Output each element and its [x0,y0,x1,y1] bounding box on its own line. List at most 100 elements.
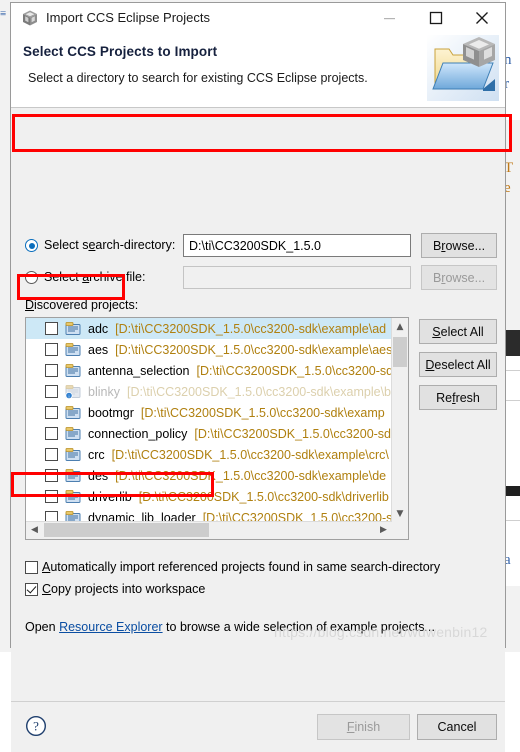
project-name: adc [88,321,109,336]
project-list-item[interactable]: crc [D:\ti\CC3200SDK_1.5.0\cc3200-sdk\exa… [26,444,392,465]
project-checkbox[interactable] [45,469,58,482]
project-icon [65,321,82,336]
scrollbar-corner [392,522,408,539]
search-directory-label: Select search-directory: [44,238,176,252]
project-name: aes [88,342,109,357]
project-path: [D:\ti\CC3200SDK_1.5.0\cc3200-sdk\exampl… [115,342,392,357]
project-icon [65,468,82,483]
wizard-header: Select CCS Projects to Import Select a d… [11,34,505,108]
finish-button[interactable]: Finish [317,714,410,740]
vertical-scroll-thumb[interactable] [393,337,407,367]
project-list-item[interactable]: i blinky [D:\ti\CC3200SDK_1.5.0\cc3200-sd… [26,381,392,402]
browse-label: Browse... [432,270,486,285]
project-rows-container: adc [D:\ti\CC3200SDK_1.5.0\cc3200-sdk\exa… [26,318,392,522]
project-name: antenna_selection [88,363,190,378]
open-prefix: Open [25,620,60,634]
project-name: des [88,468,109,483]
project-path: [D:\ti\CC3200SDK_1.5.0\cc3200-sd [194,426,392,441]
project-list-item[interactable]: adc [D:\ti\CC3200SDK_1.5.0\cc3200-sdk\exa… [26,318,392,339]
project-checkbox[interactable] [45,343,58,356]
auto-import-checkbox[interactable] [25,560,38,574]
minimize-button[interactable] [367,3,413,33]
browse-label: Browse... [432,238,486,253]
project-checkbox[interactable] [45,490,58,503]
deselect-all-label: Deselect All [425,357,491,372]
dialog-body: Select search-directory: D:\ti\CC3200SDK… [11,108,505,752]
cancel-button[interactable]: Cancel [417,714,497,740]
minimize-icon [384,18,395,20]
project-path: [D:\ti\CC3200SDK_1.5.0\cc3200-sdk\examp [140,405,385,420]
help-button[interactable]: ? [25,715,47,737]
project-checkbox[interactable] [45,406,58,419]
scroll-up-icon[interactable]: ▲ [392,318,408,335]
watermark: https://blog.csdn.net/wuwenbin12 [274,624,488,640]
discovered-projects-label: Discovered projects: [25,298,139,312]
project-checkbox[interactable] [45,427,58,440]
page-subtitle: Select a directory to search for existin… [28,71,368,85]
window-title: Import CCS Eclipse Projects [46,10,210,25]
browse-archive-file-button[interactable]: Browse... [421,265,497,290]
scroll-down-icon[interactable]: ▼ [392,505,408,522]
close-button[interactable] [459,3,505,33]
resource-explorer-link[interactable]: Resource Explorer [59,620,163,634]
background-glyph-left: ≡ [0,8,7,20]
project-checkbox[interactable] [45,322,58,335]
project-name: connection_policy [88,426,188,441]
project-path: [D:\ti\CC3200SDK_1.5.0\cc3200-sdk\exampl… [115,468,387,483]
project-checkbox[interactable] [45,385,58,398]
project-list-item[interactable]: connection_policy [D:\ti\CC3200SDK_1.5.0\… [26,423,392,444]
import-folder-cube-icon [427,35,499,101]
project-list-item[interactable]: antenna_selection [D:\ti\CC3200SDK_1.5.0\… [26,360,392,381]
refresh-button[interactable]: Refresh [419,385,497,410]
import-projects-dialog: Import CCS Eclipse Projects Select CCS P… [10,2,506,752]
help-icon: ? [25,715,47,737]
copy-projects-checkbox-row[interactable]: Copy projects into workspace [25,582,205,596]
finish-label: Finish [346,720,381,734]
project-list-item[interactable]: bootmgr [D:\ti\CC3200SDK_1.5.0\cc3200-sdk… [26,402,392,423]
scroll-right-icon[interactable]: ▶ [375,522,392,538]
discovered-projects-list[interactable]: adc [D:\ti\CC3200SDK_1.5.0\cc3200-sdk\exa… [25,317,409,540]
project-list-item[interactable]: dynamic_lib_loader [D:\ti\CC3200SDK_1.5.0… [26,507,392,522]
maximize-icon [429,11,443,25]
deselect-all-button[interactable]: Deselect All [419,352,497,377]
refresh-label: Refresh [436,390,480,405]
title-bar: Import CCS Eclipse Projects [11,3,505,34]
auto-import-checkbox-row[interactable]: Automatically import referenced projects… [25,560,440,574]
archive-file-label: Select archive file: [44,270,146,284]
archive-file-input[interactable] [183,266,411,289]
project-name: bootmgr [88,405,134,420]
auto-import-label: Automatically import referenced projects… [42,560,441,574]
browse-search-directory-button[interactable]: Browse... [421,233,497,258]
search-directory-input[interactable]: D:\ti\CC3200SDK_1.5.0 [183,234,411,257]
project-path: [D:\ti\CC3200SDK_1.5.0\cc3200-sd [196,363,392,378]
select-all-label: Select All [432,324,484,339]
project-path: [D:\ti\CC3200SDK_1.5.0\cc3200-sdk\exampl… [115,321,387,336]
project-path: [D:\ti\CC3200SDK_1.5.0\cc3200-sdk\exampl… [126,384,391,399]
close-icon [476,12,488,24]
search-directory-radio[interactable] [25,239,38,252]
project-icon [65,342,82,357]
project-imported-icon: i [65,384,82,400]
archive-file-radio[interactable] [25,271,38,284]
project-icon [65,489,82,504]
project-icon [65,426,82,441]
horizontal-scroll-thumb[interactable] [44,523,209,537]
list-vertical-scrollbar[interactable]: ▲ ▼ [391,318,408,522]
project-list-item[interactable]: aes [D:\ti\CC3200SDK_1.5.0\cc3200-sdk\exa… [26,339,392,360]
svg-text:?: ? [33,719,39,734]
project-list-item[interactable]: driverlib [D:\ti\CC3200SDK_1.5.0\cc3200-s… [26,486,392,507]
project-checkbox[interactable] [45,364,58,377]
project-path: [D:\ti\CC3200SDK_1.5.0\cc3200-sdk\exampl… [111,447,389,462]
project-checkbox[interactable] [45,448,58,461]
list-horizontal-scrollbar[interactable]: ◀ ▶ [26,521,392,539]
ccs-cube-icon [21,9,39,27]
scroll-left-icon[interactable]: ◀ [26,522,43,538]
copy-projects-checkbox[interactable] [25,582,38,596]
project-icon [65,447,82,462]
page-title: Select CCS Projects to Import [23,44,218,59]
cancel-label: Cancel [437,720,477,734]
project-name: crc [88,447,105,462]
select-all-button[interactable]: Select All [419,319,497,344]
maximize-button[interactable] [413,3,459,33]
project-list-item[interactable]: des [D:\ti\CC3200SDK_1.5.0\cc3200-sdk\exa… [26,465,392,486]
